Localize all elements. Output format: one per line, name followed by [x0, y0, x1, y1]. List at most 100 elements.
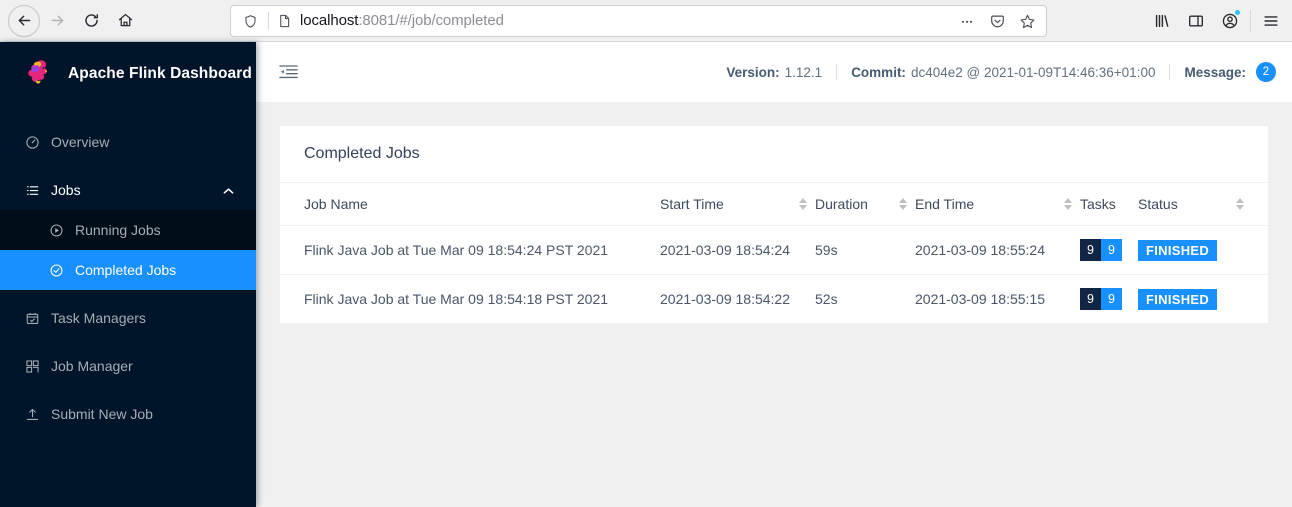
info-divider: [836, 64, 838, 80]
column-header-end-time[interactable]: End Time: [915, 183, 1080, 226]
sidebar-menu: Overview Jobs Running Jobs Completed Job…: [0, 106, 256, 434]
sidebar-item-label: Overview: [51, 134, 110, 150]
sidebar-item-completed-jobs[interactable]: Completed Jobs: [0, 250, 256, 290]
sort-icon[interactable]: [885, 197, 907, 211]
column-header-tasks[interactable]: Tasks: [1080, 183, 1138, 226]
cell-duration: 59s: [815, 225, 915, 275]
table-header-row: Job Name Start Time Duration End Time Ta…: [280, 183, 1268, 226]
column-header-job-name[interactable]: Job Name: [280, 183, 660, 226]
sidebar-item-label: Submit New Job: [51, 406, 153, 422]
cell-job-name[interactable]: Flink Java Job at Tue Mar 09 18:54:24 PS…: [280, 225, 660, 275]
list-icon: [24, 182, 40, 198]
build-info: Version: 1.12.1 Commit: dc404e2 @ 2021-0…: [726, 62, 1276, 82]
sidebar-item-label: Running Jobs: [75, 222, 161, 238]
sort-icon[interactable]: [1222, 197, 1244, 211]
sidebar-item-label: Completed Jobs: [75, 262, 177, 278]
back-button[interactable]: [8, 4, 40, 37]
browser-toolbar-right: [1145, 0, 1288, 42]
column-header-start-time[interactable]: Start Time: [660, 183, 815, 226]
dashboard-icon: [24, 134, 40, 150]
flink-dashboard-app: Apache Flink Dashboard Overview Jobs Run…: [0, 42, 1292, 507]
sidebar: Apache Flink Dashboard Overview Jobs Run…: [0, 42, 256, 507]
table-header: Job Name Start Time Duration End Time Ta…: [280, 183, 1268, 226]
completed-jobs-card: Completed Jobs Job Name Start Time Durat…: [280, 126, 1268, 323]
sort-icon[interactable]: [1050, 197, 1072, 211]
cell-tasks: 9 9: [1080, 225, 1138, 275]
sidebar-item-label: Task Managers: [51, 310, 146, 326]
sidebar-item-running-jobs[interactable]: Running Jobs: [0, 210, 256, 250]
table-row[interactable]: Flink Java Job at Tue Mar 09 18:54:24 PS…: [280, 225, 1268, 275]
upload-icon: [24, 406, 40, 422]
sidebar-submenu-jobs: Running Jobs Completed Jobs: [0, 210, 256, 290]
cell-tasks: 9 9: [1080, 275, 1138, 324]
tracking-protection-shield-icon[interactable]: [239, 14, 262, 29]
status-badge: FINISHED: [1138, 288, 1218, 310]
completed-jobs-table: Job Name Start Time Duration End Time Ta…: [280, 183, 1268, 323]
flink-squirrel-logo: [22, 57, 56, 91]
cell-start-time: 2021-03-09 18:54:24: [660, 225, 815, 275]
sidebar-item-overview[interactable]: Overview: [0, 122, 256, 162]
tasks-total-chip: 9: [1080, 288, 1101, 310]
toolbar-divider: [1250, 10, 1251, 32]
table-row[interactable]: Flink Java Job at Tue Mar 09 18:54:18 PS…: [280, 275, 1268, 324]
url-text: localhost:8081/#/job/completed: [300, 12, 504, 29]
menu-fold-icon[interactable]: [278, 61, 300, 83]
page-actions-ellipsis-icon[interactable]: [954, 8, 980, 34]
cell-end-time: 2021-03-09 18:55:24: [915, 225, 1080, 275]
chevron-up-icon: [223, 182, 234, 198]
account-notification-dot: [1234, 9, 1241, 16]
cell-start-time: 2021-03-09 18:54:22: [660, 291, 790, 307]
urlbar-container: localhost:8081/#/job/completed: [230, 5, 1047, 37]
cell-status: FINISHED: [1138, 275, 1268, 324]
cluster-icon: [24, 358, 40, 374]
cell-status: FINISHED: [1138, 225, 1268, 275]
sidebar-item-submit-new-job[interactable]: Submit New Job: [0, 394, 256, 434]
forward-button[interactable]: [40, 4, 74, 38]
pocket-icon[interactable]: [984, 8, 1010, 34]
brand-title: Apache Flink Dashboard: [68, 65, 252, 82]
version-label: Version:: [726, 64, 780, 80]
message-label: Message:: [1184, 64, 1246, 80]
brand-header[interactable]: Apache Flink Dashboard: [0, 42, 256, 106]
sidebar-toggle-icon[interactable]: [1179, 1, 1213, 41]
content-area: Completed Jobs Job Name Start Time Durat…: [256, 102, 1292, 507]
cell-job-name[interactable]: Flink Java Job at Tue Mar 09 18:54:18 PS…: [280, 275, 660, 324]
home-button[interactable]: [108, 4, 142, 38]
table-body: Flink Java Job at Tue Mar 09 18:54:24 PS…: [280, 225, 1268, 324]
calendar-check-icon: [24, 310, 40, 326]
sidebar-item-task-managers[interactable]: Task Managers: [0, 298, 256, 338]
sort-icon[interactable]: [785, 197, 807, 211]
task-chip-group: 9 9: [1080, 239, 1122, 261]
cell-duration: 52s: [815, 291, 838, 307]
column-header-status[interactable]: Status: [1138, 183, 1268, 226]
library-icon[interactable]: [1145, 1, 1179, 41]
menu-spacer: [0, 290, 256, 298]
commit-label: Commit:: [851, 64, 906, 80]
check-circle-icon: [48, 262, 64, 278]
bookmark-star-icon[interactable]: [1014, 8, 1040, 34]
card-title: Completed Jobs: [280, 126, 1268, 183]
tasks-finished-chip: 9: [1101, 288, 1122, 310]
urlbar-divider: [268, 12, 269, 30]
hamburger-menu-icon[interactable]: [1254, 1, 1288, 41]
url-bar[interactable]: localhost:8081/#/job/completed: [230, 5, 1047, 37]
message-count-badge[interactable]: 2: [1256, 62, 1276, 82]
tasks-total-chip: 9: [1080, 239, 1101, 261]
play-circle-icon: [48, 222, 64, 238]
commit-value: dc404e2 @ 2021-01-09T14:46:36+01:00: [910, 64, 1156, 80]
status-badge: FINISHED: [1138, 239, 1218, 261]
sidebar-item-job-manager[interactable]: Job Manager: [0, 346, 256, 386]
info-divider: [1169, 64, 1171, 80]
main-area: Version: 1.12.1 Commit: dc404e2 @ 2021-0…: [256, 42, 1292, 507]
column-header-duration[interactable]: Duration: [815, 183, 915, 226]
cell-end-time: 2021-03-09 18:55:15: [915, 291, 1045, 307]
reload-button[interactable]: [74, 4, 108, 38]
account-avatar-icon[interactable]: [1213, 1, 1247, 41]
sidebar-item-label: Jobs: [51, 182, 81, 198]
tasks-finished-chip: 9: [1101, 239, 1122, 261]
sidebar-item-jobs[interactable]: Jobs: [0, 170, 256, 210]
page-document-icon[interactable]: [275, 13, 296, 29]
version-value: 1.12.1: [784, 64, 823, 80]
topbar: Version: 1.12.1 Commit: dc404e2 @ 2021-0…: [256, 42, 1292, 102]
sidebar-item-label: Job Manager: [51, 358, 133, 374]
